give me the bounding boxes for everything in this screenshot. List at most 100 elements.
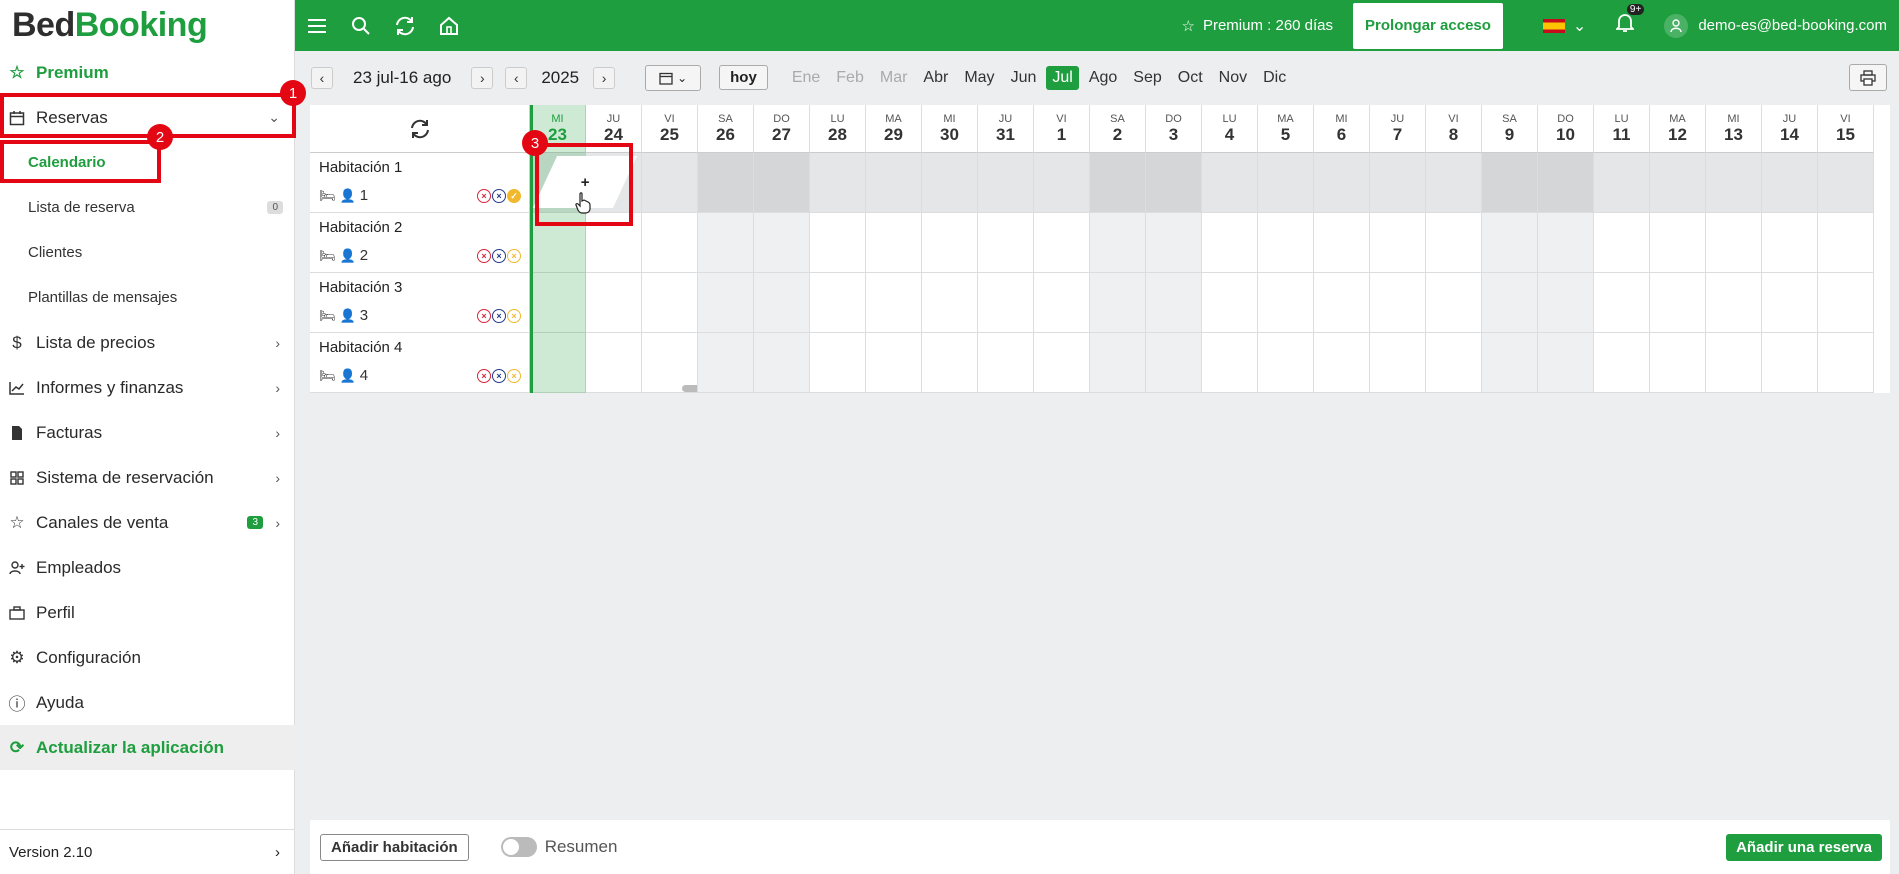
- sidebar-item-configuracion[interactable]: ⚙ Configuración: [0, 635, 295, 680]
- calendar-cell[interactable]: [1314, 273, 1370, 333]
- calendar-cell[interactable]: [1146, 333, 1202, 393]
- calendar-cell[interactable]: [810, 333, 866, 393]
- calendar-cell[interactable]: [922, 333, 978, 393]
- version-row[interactable]: Version 2.10 ›: [0, 829, 295, 874]
- calendar-cell[interactable]: [1258, 213, 1314, 273]
- calendar-cell[interactable]: [1818, 213, 1874, 273]
- calendar-cell[interactable]: [1594, 153, 1650, 213]
- calendar-cell[interactable]: [978, 273, 1034, 333]
- calendar-cell[interactable]: [1370, 333, 1426, 393]
- calendar-cell[interactable]: [1650, 213, 1706, 273]
- month-jun[interactable]: Jun: [1005, 66, 1043, 90]
- calendar-cell[interactable]: [922, 153, 978, 213]
- month-sep[interactable]: Sep: [1127, 66, 1167, 90]
- sidebar-item-ayuda[interactable]: ⓘ Ayuda: [0, 680, 295, 725]
- sidebar-item-premium[interactable]: ☆ Premium: [0, 50, 295, 95]
- user-menu[interactable]: demo-es@bed-booking.com: [1664, 13, 1899, 38]
- language-selector[interactable]: ⌄: [1542, 16, 1586, 36]
- sidebar-item-informes[interactable]: Informes y finanzas ›: [0, 365, 295, 410]
- calendar-cell[interactable]: [1202, 153, 1258, 213]
- calendar-cell[interactable]: [1762, 153, 1818, 213]
- calendar-cell[interactable]: [754, 153, 810, 213]
- sidebar-item-clientes[interactable]: Clientes: [0, 230, 295, 275]
- sidebar-item-empleados[interactable]: Empleados: [0, 545, 295, 590]
- calendar-cell[interactable]: [978, 153, 1034, 213]
- calendar-cell[interactable]: [1706, 213, 1762, 273]
- calendar-cell[interactable]: [1146, 213, 1202, 273]
- room-row-label[interactable]: Habitación 4 🛏 👤 4 × × ×: [310, 333, 530, 393]
- calendar-cell[interactable]: [1202, 273, 1258, 333]
- calendar-cell[interactable]: [642, 153, 698, 213]
- calendar-cell[interactable]: [698, 333, 754, 393]
- calendar-cell[interactable]: [1482, 333, 1538, 393]
- calendar-cell[interactable]: [922, 213, 978, 273]
- calendar-cell[interactable]: [754, 333, 810, 393]
- calendar-cell[interactable]: [810, 273, 866, 333]
- logo[interactable]: Bed Booking: [0, 0, 294, 51]
- calendar-cell[interactable]: [1818, 273, 1874, 333]
- calendar-cell[interactable]: [1146, 273, 1202, 333]
- calendar-cell[interactable]: [1090, 153, 1146, 213]
- print-button[interactable]: [1849, 64, 1887, 91]
- calendar-cell[interactable]: [866, 213, 922, 273]
- calendar-cell[interactable]: [1706, 273, 1762, 333]
- calendar-cell[interactable]: [922, 273, 978, 333]
- calendar-cell[interactable]: [1202, 213, 1258, 273]
- home-icon[interactable]: [427, 0, 471, 51]
- add-room-button[interactable]: Añadir habitación: [320, 833, 469, 861]
- calendar-cell[interactable]: [810, 213, 866, 273]
- calendar-cell[interactable]: [1594, 273, 1650, 333]
- calendar-cell[interactable]: [1650, 333, 1706, 393]
- calendar-cell[interactable]: [1258, 273, 1314, 333]
- calendar-cell[interactable]: [1706, 153, 1762, 213]
- calendar-cell[interactable]: [1482, 153, 1538, 213]
- calendar-cell[interactable]: [642, 333, 698, 393]
- calendar-cell[interactable]: [1650, 153, 1706, 213]
- calendar-cell[interactable]: [1146, 153, 1202, 213]
- calendar-cell[interactable]: [1370, 213, 1426, 273]
- notifications-button[interactable]: 9+: [1615, 4, 1645, 38]
- month-may[interactable]: May: [958, 66, 1000, 90]
- calendar-cell[interactable]: [1370, 153, 1426, 213]
- calendar-cell[interactable]: [754, 213, 810, 273]
- date-picker-button[interactable]: ⌄: [645, 64, 702, 91]
- calendar-cell[interactable]: [1034, 273, 1090, 333]
- month-nov[interactable]: Nov: [1213, 66, 1253, 90]
- sidebar-item-precios[interactable]: $ Lista de precios ›: [0, 320, 295, 365]
- calendar-cell[interactable]: [1370, 273, 1426, 333]
- calendar-cell[interactable]: [1594, 213, 1650, 273]
- room-row-label[interactable]: Habitación 3 🛏 👤 3 × × ×: [310, 273, 530, 333]
- calendar-cell[interactable]: [1426, 333, 1482, 393]
- calendar-cell[interactable]: [978, 213, 1034, 273]
- calendar-cell[interactable]: [1426, 153, 1482, 213]
- room-row-label[interactable]: Habitación 2 🛏 👤 2 × × ×: [310, 213, 530, 273]
- period-prev-button[interactable]: ‹: [311, 66, 333, 89]
- summary-toggle[interactable]: [500, 837, 537, 857]
- calendar-cell[interactable]: [1202, 333, 1258, 393]
- calendar-cell[interactable]: [1258, 153, 1314, 213]
- calendar-cell[interactable]: [810, 153, 866, 213]
- menu-icon[interactable]: [295, 0, 339, 51]
- calendar-cell[interactable]: [1314, 333, 1370, 393]
- extend-access-button[interactable]: Prolongar acceso: [1353, 2, 1503, 49]
- calendar-cell[interactable]: [1314, 213, 1370, 273]
- calendar-cell[interactable]: [1538, 333, 1594, 393]
- sync-rooms-button[interactable]: [310, 105, 530, 153]
- year-prev-button[interactable]: ‹: [505, 66, 528, 89]
- sidebar-item-perfil[interactable]: Perfil: [0, 590, 295, 635]
- calendar-cell[interactable]: [1818, 153, 1874, 213]
- sidebar-item-sistema[interactable]: Sistema de reservación ›: [0, 455, 295, 500]
- calendar-cell[interactable]: [1762, 333, 1818, 393]
- search-icon[interactable]: [339, 0, 383, 51]
- calendar-cell[interactable]: [1762, 213, 1818, 273]
- calendar-cell[interactable]: [1594, 333, 1650, 393]
- calendar-cell[interactable]: [698, 273, 754, 333]
- calendar-cell[interactable]: [866, 333, 922, 393]
- calendar-cell[interactable]: [1090, 333, 1146, 393]
- calendar-cell[interactable]: [642, 213, 698, 273]
- refresh-icon[interactable]: [383, 0, 427, 51]
- month-abr[interactable]: Abr: [917, 66, 954, 90]
- calendar-cell[interactable]: [530, 333, 586, 393]
- calendar-cell[interactable]: [642, 273, 698, 333]
- month-dic[interactable]: Dic: [1257, 66, 1292, 90]
